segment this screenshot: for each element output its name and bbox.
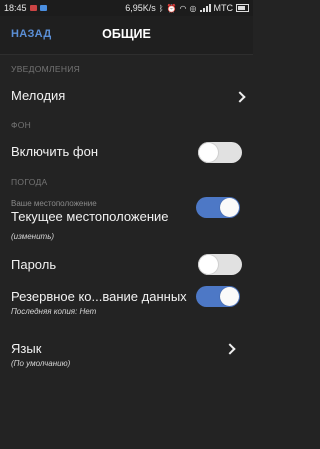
top-bar: НАЗАД ОБЩИЕ [0,16,253,55]
bluetooth-icon: ᛒ [158,3,164,13]
toggle-knob [199,255,218,274]
battery-icon [236,4,249,12]
toggle-knob [220,198,239,217]
toggle-knob [199,143,218,162]
backup-row[interactable]: Резервное ко...вание данных Последняя ко… [0,284,253,324]
location-toggle[interactable] [196,197,240,218]
section-header-weather: ПОГОДА [11,177,48,187]
carrier-name: МТС [213,3,234,13]
alarm-icon: ⏰ [166,3,177,13]
language-value: (По умолчанию) [11,359,71,368]
backup-last-copy: Последняя копия: Нет [11,307,97,316]
change-location-link[interactable]: (изменить) [11,232,54,241]
chevron-right-icon [234,91,246,103]
backup-toggle[interactable] [196,286,240,307]
enable-background-label: Включить фон [11,144,99,159]
password-label: Пароль [11,257,57,272]
location-label: Текущее местоположение [11,209,169,224]
section-header-background: ФОН [11,120,32,130]
notification-icon [39,5,47,11]
language-row[interactable]: Язык (По умолчанию) [0,336,253,374]
status-time: 18:45 [4,3,27,13]
notification-icon [29,5,37,11]
melody-label: Мелодия [11,88,66,103]
language-label: Язык [11,341,42,356]
location-caption: Ваше местоположение [11,199,97,208]
melody-row[interactable]: Мелодия [0,80,253,114]
location-row[interactable]: Ваше местоположение Текущее местоположен… [0,194,253,244]
data-saver-icon: ◎ [189,3,197,13]
page-title: ОБЩИЕ [102,27,151,41]
signal-icon [199,4,211,12]
backup-label: Резервное ко...вание данных [11,289,187,304]
toggle-knob [220,287,239,306]
network-speed: 6,95K/s [125,3,156,13]
enable-background-row[interactable]: Включить фон [0,136,253,170]
password-row[interactable]: Пароль [0,250,253,284]
wifi-icon: ◠ [179,3,187,13]
chevron-right-icon [224,343,236,355]
status-bar: 18:45 6,95K/s ᛒ ⏰ ◠ ◎ МТС [0,0,253,16]
password-toggle[interactable] [198,254,242,275]
section-header-notifications: УВЕДОМЛЕНИЯ [11,64,81,74]
enable-background-toggle[interactable] [198,142,242,163]
